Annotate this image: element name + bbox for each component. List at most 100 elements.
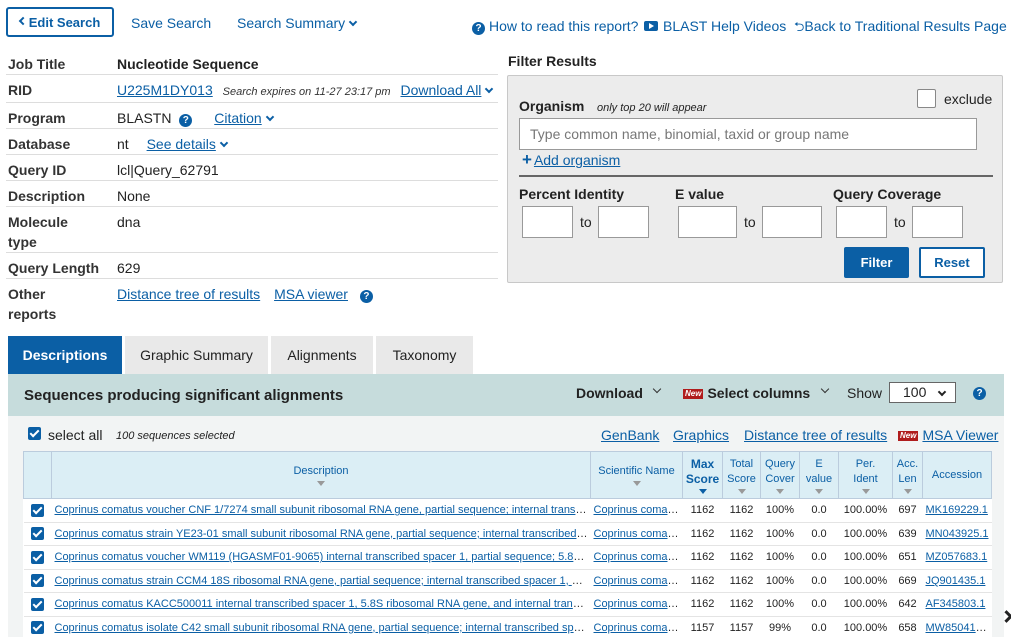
see-details-dropdown[interactable]: See details (147, 136, 229, 152)
row-checkbox[interactable] (31, 574, 44, 588)
edit-search-button[interactable]: Edit Search (6, 7, 114, 37)
genbank-link[interactable]: GenBank (601, 427, 659, 443)
accession-link[interactable]: MK169229.1 (926, 504, 988, 516)
total-score-column-header[interactable]: Total Score (722, 451, 761, 499)
description-link[interactable]: Coprinus comatus KACC500011 internal tra… (55, 598, 591, 610)
help-videos-link[interactable]: BLAST Help Videos (644, 18, 786, 34)
back-traditional-link[interactable]: ⮌Back to Traditional Results Page (794, 18, 1007, 40)
scientific-name-cell: Coprinus comatus (590, 569, 683, 593)
accession-link[interactable]: MZ057683.1 (926, 551, 988, 563)
table-row[interactable]: Coprinus comatus voucher WM119 (HGASMF01… (23, 545, 992, 570)
help-icon[interactable]: ? (359, 290, 373, 303)
percent-identity-to-input[interactable] (598, 206, 649, 238)
row-checkbox (23, 616, 52, 637)
percent-identity-label: Percent Identity (519, 186, 625, 202)
query-length-label: Query Length (8, 260, 100, 276)
total-score-cell: 1157 (722, 616, 761, 637)
show-count-select[interactable]: 100 (889, 382, 956, 403)
max-score-column-header[interactable]: Max Score (682, 451, 723, 499)
table-row[interactable]: Coprinus comatus strain CCM4 18S ribosom… (23, 569, 992, 593)
select-columns-dropdown[interactable]: New Select columns (683, 385, 810, 401)
scientific-name-link[interactable]: Coprinus comatus (594, 598, 683, 610)
row-checkbox (23, 498, 52, 523)
acc-len-cell: 642 (892, 592, 923, 617)
sort-icon (815, 488, 823, 494)
acc-len-column-header[interactable]: Acc. Len (892, 451, 923, 499)
total-score-cell: 1162 (722, 522, 761, 546)
chevron-down-icon (937, 387, 947, 397)
scientific-name-link[interactable]: Coprinus comatus (594, 504, 683, 516)
query-cover-cell: 100% (760, 569, 800, 593)
query-coverage-from-input[interactable] (836, 206, 887, 238)
tab-alignments[interactable]: Alignments (271, 336, 376, 374)
table-row[interactable]: Coprinus comatus strain YE23-01 small su… (23, 522, 992, 546)
accession-link[interactable]: AF345803.1 (926, 598, 986, 610)
per-ident-cell: 100.00% (838, 522, 893, 546)
row-checkbox (23, 569, 52, 593)
filter-button[interactable]: Filter (844, 247, 909, 278)
organism-input[interactable]: Type common name, binomial, taxid or gro… (519, 118, 977, 150)
molecule-type-value: dna (117, 214, 141, 230)
scientific-name-link[interactable]: Coprinus comatus (594, 528, 683, 540)
distance-tree-results-link[interactable]: Distance tree of results (744, 427, 887, 443)
percent-identity-from-input[interactable] (522, 206, 573, 238)
rid-label: RID (8, 82, 33, 98)
max-score-cell: 1162 (682, 592, 723, 617)
exclude-checkbox[interactable] (917, 89, 936, 108)
select-all-checkbox[interactable] (28, 427, 41, 440)
tab-graphic-summary[interactable]: Graphic Summary (125, 336, 271, 374)
tab-descriptions[interactable]: Descriptions (8, 336, 125, 374)
msa-viewer-link[interactable]: MSA viewer (274, 286, 348, 302)
accession-link[interactable]: MN043925.1 (926, 528, 989, 540)
reset-button[interactable]: Reset (919, 247, 985, 278)
table-row[interactable]: Coprinus comatus KACC500011 internal tra… (23, 592, 992, 617)
description-link[interactable]: Coprinus comatus isolate C42 small subun… (55, 622, 591, 634)
download-dropdown[interactable]: Download (576, 385, 643, 401)
expires-text: Search expires on 11-27 23:17 pm (222, 86, 391, 98)
description-link[interactable]: Coprinus comatus strain YE23-01 small su… (55, 528, 591, 540)
per-ident-cell: 100.00% (838, 592, 893, 617)
accession-column-header[interactable]: Accession (922, 451, 992, 499)
description-link[interactable]: Coprinus comatus strain CCM4 18S ribosom… (55, 575, 591, 587)
citation-dropdown[interactable]: Citation (214, 110, 274, 126)
database-value: nt (117, 136, 129, 152)
help-icon[interactable]: ? (973, 387, 986, 400)
row-checkbox[interactable] (31, 527, 44, 541)
scientific-name-cell: Coprinus comatus (590, 522, 683, 546)
rid-link[interactable]: U225M1DY013 (117, 82, 213, 98)
accession-link[interactable]: JQ901435.1 (926, 575, 986, 587)
table-row[interactable]: Coprinus comatus voucher CNF 1/7274 smal… (23, 498, 992, 523)
scientific-name-link[interactable]: Coprinus comatus (594, 622, 683, 634)
scientific-name-link[interactable]: Coprinus comatus (594, 575, 683, 587)
sort-icon (776, 488, 784, 494)
accession-link[interactable]: MW850417.1 (926, 622, 991, 634)
add-organism-link[interactable]: + Add organism (522, 150, 620, 170)
msa-viewer-results-link[interactable]: New MSA Viewer (898, 427, 998, 443)
e-value-cell: 0.0 (799, 545, 839, 570)
program-label: Program (8, 110, 66, 126)
row-checkbox[interactable] (31, 550, 44, 564)
download-all-dropdown[interactable]: Download All (400, 82, 494, 98)
e-value-from-input[interactable] (678, 206, 737, 238)
e-value-to-input[interactable] (762, 206, 822, 238)
query-cover-column-header[interactable]: Query Cover (760, 451, 800, 499)
row-checkbox[interactable] (31, 503, 44, 517)
per-ident-column-header[interactable]: Per. Ident (838, 451, 893, 499)
graphics-link[interactable]: Graphics (673, 427, 729, 443)
description-column-header[interactable]: Description (51, 451, 591, 499)
description-link[interactable]: Coprinus comatus voucher WM119 (HGASMF01… (55, 551, 591, 563)
save-search-link[interactable]: Save Search (131, 15, 211, 31)
scientific-name-link[interactable]: Coprinus comatus (594, 551, 683, 563)
distance-tree-link[interactable]: Distance tree of results (117, 286, 260, 302)
table-row[interactable]: Coprinus comatus isolate C42 small subun… (23, 616, 992, 637)
description-link[interactable]: Coprinus comatus voucher CNF 1/7274 smal… (55, 504, 591, 516)
help-icon[interactable]: ? (179, 114, 193, 127)
search-summary-dropdown[interactable]: Search Summary (237, 15, 358, 31)
row-checkbox[interactable] (31, 621, 44, 635)
how-to-read-link[interactable]: ? How to read this report? (472, 18, 638, 35)
e-value-column-header[interactable]: Evalue (799, 451, 839, 499)
query-coverage-to-input[interactable] (912, 206, 963, 238)
scientific-name-column-header[interactable]: Scientific Name (590, 451, 683, 499)
tab-taxonomy[interactable]: Taxonomy (376, 336, 476, 374)
row-checkbox[interactable] (31, 597, 44, 611)
